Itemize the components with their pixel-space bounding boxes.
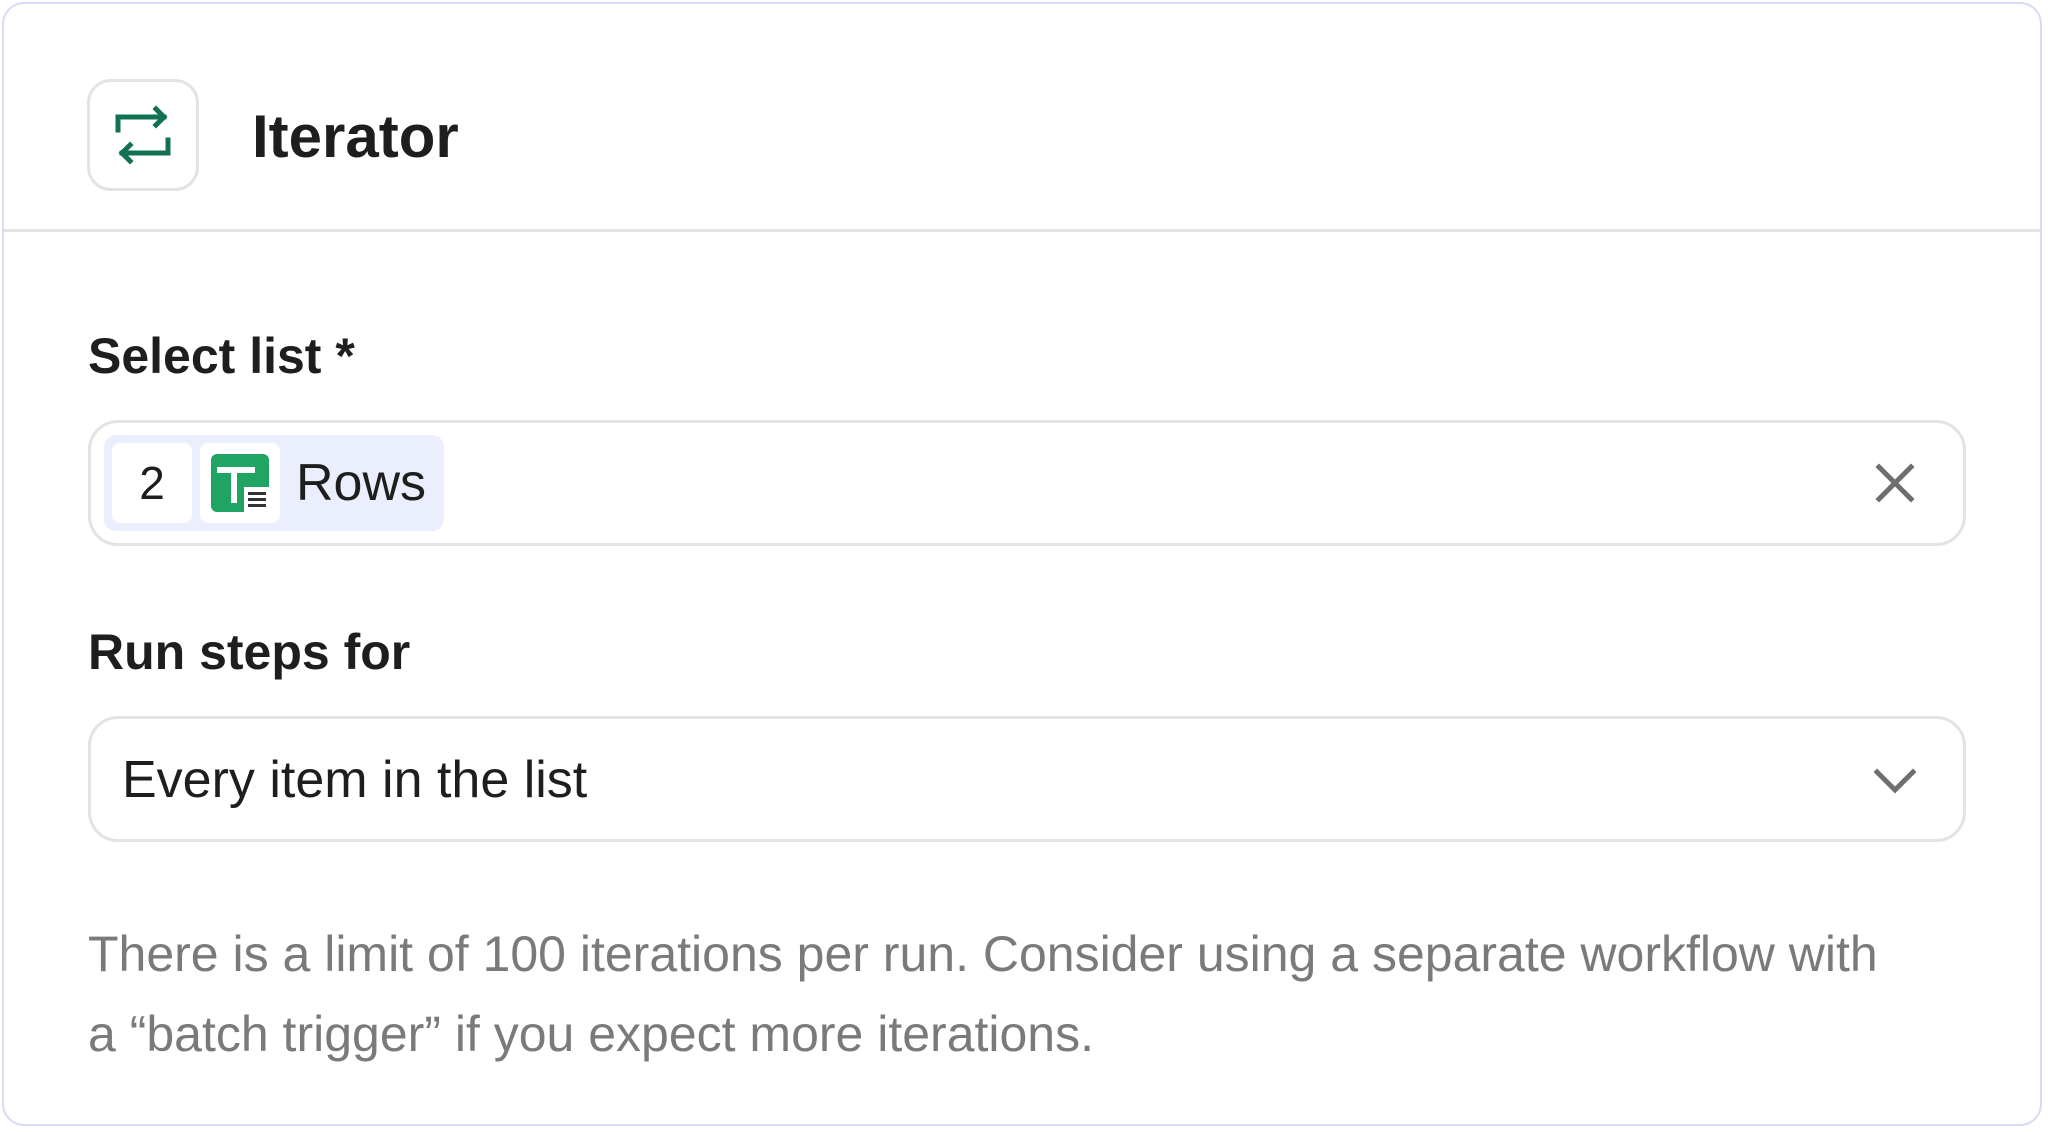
google-sheets-icon-container bbox=[200, 443, 280, 523]
node-title: Iterator bbox=[252, 103, 459, 170]
step-number-badge: 2 bbox=[112, 443, 192, 523]
select-list-label: Select list * bbox=[88, 328, 355, 384]
run-steps-for-label: Run steps for bbox=[88, 624, 411, 680]
node-icon-container bbox=[87, 79, 199, 191]
rows-token-chip[interactable]: 2 Rows bbox=[104, 435, 445, 531]
clear-selection-button[interactable] bbox=[1871, 459, 1919, 507]
run-steps-for-value: Every item in the list bbox=[122, 751, 588, 809]
chip-label: Rows bbox=[296, 454, 427, 512]
google-sheets-icon bbox=[211, 454, 269, 512]
close-icon bbox=[1875, 463, 1915, 503]
run-steps-for-select[interactable]: Every item in the list bbox=[88, 716, 1966, 842]
panel-header: Iterator bbox=[4, 4, 2040, 232]
chevron-down-icon[interactable] bbox=[1871, 757, 1919, 805]
select-list-input[interactable]: 2 Rows bbox=[88, 420, 1966, 546]
iteration-limit-help-text: There is a limit of 100 iterations per r… bbox=[88, 926, 1878, 1062]
iterator-panel: Iterator Select list * 2 Rows Run steps … bbox=[2, 2, 2042, 1126]
repeat-arrows-icon bbox=[115, 105, 171, 165]
